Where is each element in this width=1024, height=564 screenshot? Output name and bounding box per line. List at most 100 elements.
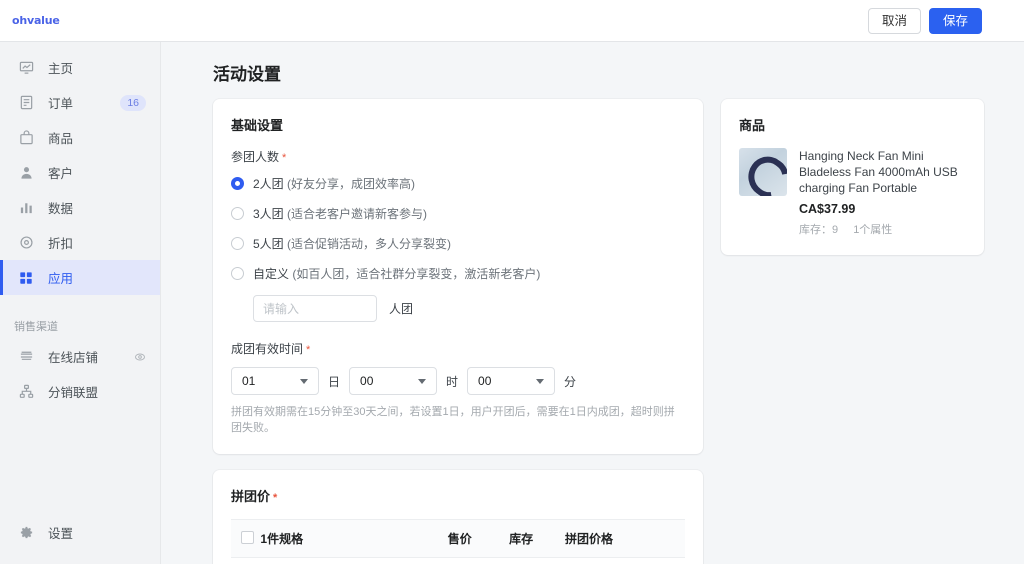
sidebar-item-label: 订单 bbox=[48, 97, 74, 111]
variants-table: 1件规格 售价 库存 拼团价格 bbox=[231, 519, 685, 564]
radio-label: 5人团 (适合促销活动，多人分享裂变) bbox=[253, 235, 451, 252]
radio-label: 自定义 (如百人团，适合社群分享裂变，激活新老客户) bbox=[253, 265, 540, 282]
col-price: 售价 bbox=[447, 519, 510, 558]
duration-days-select[interactable]: 01 bbox=[231, 367, 319, 395]
brand-logo[interactable]: ohvalue bbox=[12, 14, 60, 27]
radio-option-5[interactable]: 5人团 (适合促销活动，多人分享裂变) bbox=[231, 235, 685, 252]
row-price: CA$37.99 bbox=[447, 557, 510, 564]
radio-option-2[interactable]: 2人团 (好友分享，成团效率高) bbox=[231, 175, 685, 192]
sidebar-item-label: 折扣 bbox=[48, 237, 74, 251]
participants-label: 参团人数 * bbox=[231, 148, 685, 165]
sidebar-item-affiliate[interactable]: 分销联盟 bbox=[0, 374, 160, 409]
radio-desc: (如百人团，适合社群分享裂变，激活新老客户) bbox=[292, 267, 541, 281]
sidebar-item-label: 商品 bbox=[48, 132, 74, 146]
product-thumbnail bbox=[739, 148, 787, 196]
group-price-card: 拼团价 * 1件规格 售价 库存 拼团价格 bbox=[213, 470, 703, 564]
required-mark: * bbox=[273, 492, 278, 504]
sidebar-item-online-store[interactable]: 在线店铺 bbox=[0, 339, 160, 374]
basic-settings-card: 基础设置 参团人数 * 2人团 (好友分享，成团效率高) 3人团 (适合老客户邀… bbox=[213, 99, 703, 454]
radio-indicator[interactable] bbox=[231, 237, 244, 250]
select-all-cell bbox=[231, 519, 261, 558]
sidebar-settings-section: 设置 bbox=[0, 515, 160, 550]
content-columns: 基础设置 参团人数 * 2人团 (好友分享，成团效率高) 3人团 (适合老客户邀… bbox=[161, 85, 1024, 564]
row-variant-name: Hanging Neck Fan Mini Bladeless Fan 4000… bbox=[260, 557, 448, 564]
required-mark: * bbox=[282, 152, 287, 164]
app-root: ohvalue 取消 保存 主页 订单 16 商品 客户 数据 折扣 应用 销售… bbox=[0, 0, 1024, 564]
sidebar-item-orders[interactable]: 订单 16 bbox=[0, 85, 160, 120]
col-variant: 1件规格 bbox=[260, 519, 448, 558]
required-mark: * bbox=[306, 344, 311, 356]
sidebar-item-label: 在线店铺 bbox=[48, 351, 99, 365]
radio-option-custom[interactable]: 自定义 (如百人团，适合社群分享裂变，激活新老客户) bbox=[231, 265, 685, 282]
product-title: Hanging Neck Fan Mini Bladeless Fan 4000… bbox=[799, 149, 958, 195]
radio-indicator[interactable] bbox=[231, 177, 244, 190]
duration-row: 01 日 00 时 00 分 bbox=[231, 367, 685, 395]
duration-hours-value: 00 bbox=[360, 374, 374, 388]
variants-table-body: Hanging Neck Fan Mini Bladeless Fan 4000… bbox=[231, 557, 685, 564]
sidebar-item-label: 设置 bbox=[48, 527, 74, 541]
apps-grid-icon bbox=[18, 270, 34, 286]
sidebar-item-discounts[interactable]: 折扣 bbox=[0, 225, 160, 260]
radio-option-3[interactable]: 3人团 (适合老客户邀请新客参与) bbox=[231, 205, 685, 222]
chevron-down-icon bbox=[300, 378, 308, 384]
participants-label-text: 参团人数 bbox=[231, 150, 280, 164]
right-column: 商品 Hanging Neck Fan Mini Bladeless Fan 4… bbox=[721, 99, 984, 271]
sidebar-item-settings[interactable]: 设置 bbox=[0, 515, 160, 550]
cancel-button[interactable]: 取消 bbox=[867, 7, 921, 34]
store-icon bbox=[18, 349, 34, 365]
duration-minutes-unit: 分 bbox=[564, 374, 577, 389]
duration-label-text: 成团有效时间 bbox=[231, 342, 304, 356]
save-button[interactable]: 保存 bbox=[928, 7, 982, 34]
home-monitor-icon bbox=[18, 60, 34, 76]
eye-icon[interactable] bbox=[134, 351, 146, 363]
discount-tag-icon bbox=[18, 235, 34, 251]
col-group-price: 拼团价格 bbox=[565, 519, 685, 558]
product-attributes: 1个属性 bbox=[853, 224, 893, 236]
table-row: Hanging Neck Fan Mini Bladeless Fan 4000… bbox=[231, 557, 685, 564]
chevron-down-icon bbox=[418, 378, 427, 384]
custom-participants-input[interactable] bbox=[253, 295, 377, 322]
affiliate-network-icon bbox=[18, 384, 34, 400]
custom-participants-row: 人团 bbox=[253, 295, 685, 322]
custom-participants-unit: 人团 bbox=[389, 302, 414, 316]
basic-settings-title: 基础设置 bbox=[231, 118, 284, 133]
radio-main: 自定义 bbox=[253, 267, 290, 281]
duration-minutes-select[interactable]: 00 bbox=[467, 367, 556, 395]
gear-icon bbox=[18, 525, 34, 541]
radio-desc: (适合老客户邀请新客参与) bbox=[287, 207, 428, 221]
group-price-title: 拼团价 * bbox=[231, 486, 685, 505]
sidebar-item-customers[interactable]: 客户 bbox=[0, 155, 160, 190]
sidebar-item-label: 主页 bbox=[48, 62, 74, 76]
duration-days-unit: 日 bbox=[328, 374, 341, 389]
top-bar-actions: 取消 保存 bbox=[867, 7, 982, 34]
sidebar-item-apps[interactable]: 应用 bbox=[0, 260, 160, 295]
top-bar: ohvalue 取消 保存 bbox=[0, 0, 1024, 42]
radio-main: 3人团 bbox=[253, 207, 284, 221]
sidebar-item-products[interactable]: 商品 bbox=[0, 120, 160, 155]
customer-person-icon bbox=[18, 165, 34, 181]
product-price: CA$37.99 bbox=[799, 202, 856, 216]
radio-indicator[interactable] bbox=[231, 207, 244, 220]
product-bag-icon bbox=[18, 130, 34, 146]
duration-hours-select[interactable]: 00 bbox=[349, 367, 438, 395]
row-group-price-cell: CAD 29.99 bbox=[565, 557, 685, 564]
analytics-bar-icon bbox=[18, 200, 34, 216]
duration-minutes-value: 00 bbox=[478, 374, 492, 388]
product-stock: 库存：9 bbox=[799, 224, 839, 236]
sidebar-item-label: 应用 bbox=[48, 272, 74, 286]
row-stock: 9 bbox=[509, 557, 565, 564]
left-column: 基础设置 参团人数 * 2人团 (好友分享，成团效率高) 3人团 (适合老客户邀… bbox=[213, 99, 703, 564]
radio-label: 3人团 (适合老客户邀请新客参与) bbox=[253, 205, 427, 222]
variants-table-head: 1件规格 售价 库存 拼团价格 bbox=[231, 519, 685, 558]
group-price-title-text: 拼团价 bbox=[231, 489, 271, 504]
product-details: Hanging Neck Fan Mini Bladeless Fan 4000… bbox=[799, 148, 966, 237]
sidebar: 主页 订单 16 商品 客户 数据 折扣 应用 销售渠道 在线店铺 分销联盟 设… bbox=[0, 42, 161, 564]
sidebar-item-label: 客户 bbox=[48, 167, 74, 181]
page-title: 活动设置 bbox=[213, 65, 281, 84]
sidebar-group-label: 销售渠道 bbox=[14, 321, 58, 333]
sidebar-item-home[interactable]: 主页 bbox=[0, 50, 160, 85]
radio-indicator[interactable] bbox=[231, 267, 244, 280]
sidebar-item-analytics[interactable]: 数据 bbox=[0, 190, 160, 225]
product-summary: Hanging Neck Fan Mini Bladeless Fan 4000… bbox=[739, 148, 966, 237]
select-all-checkbox[interactable] bbox=[241, 530, 254, 544]
